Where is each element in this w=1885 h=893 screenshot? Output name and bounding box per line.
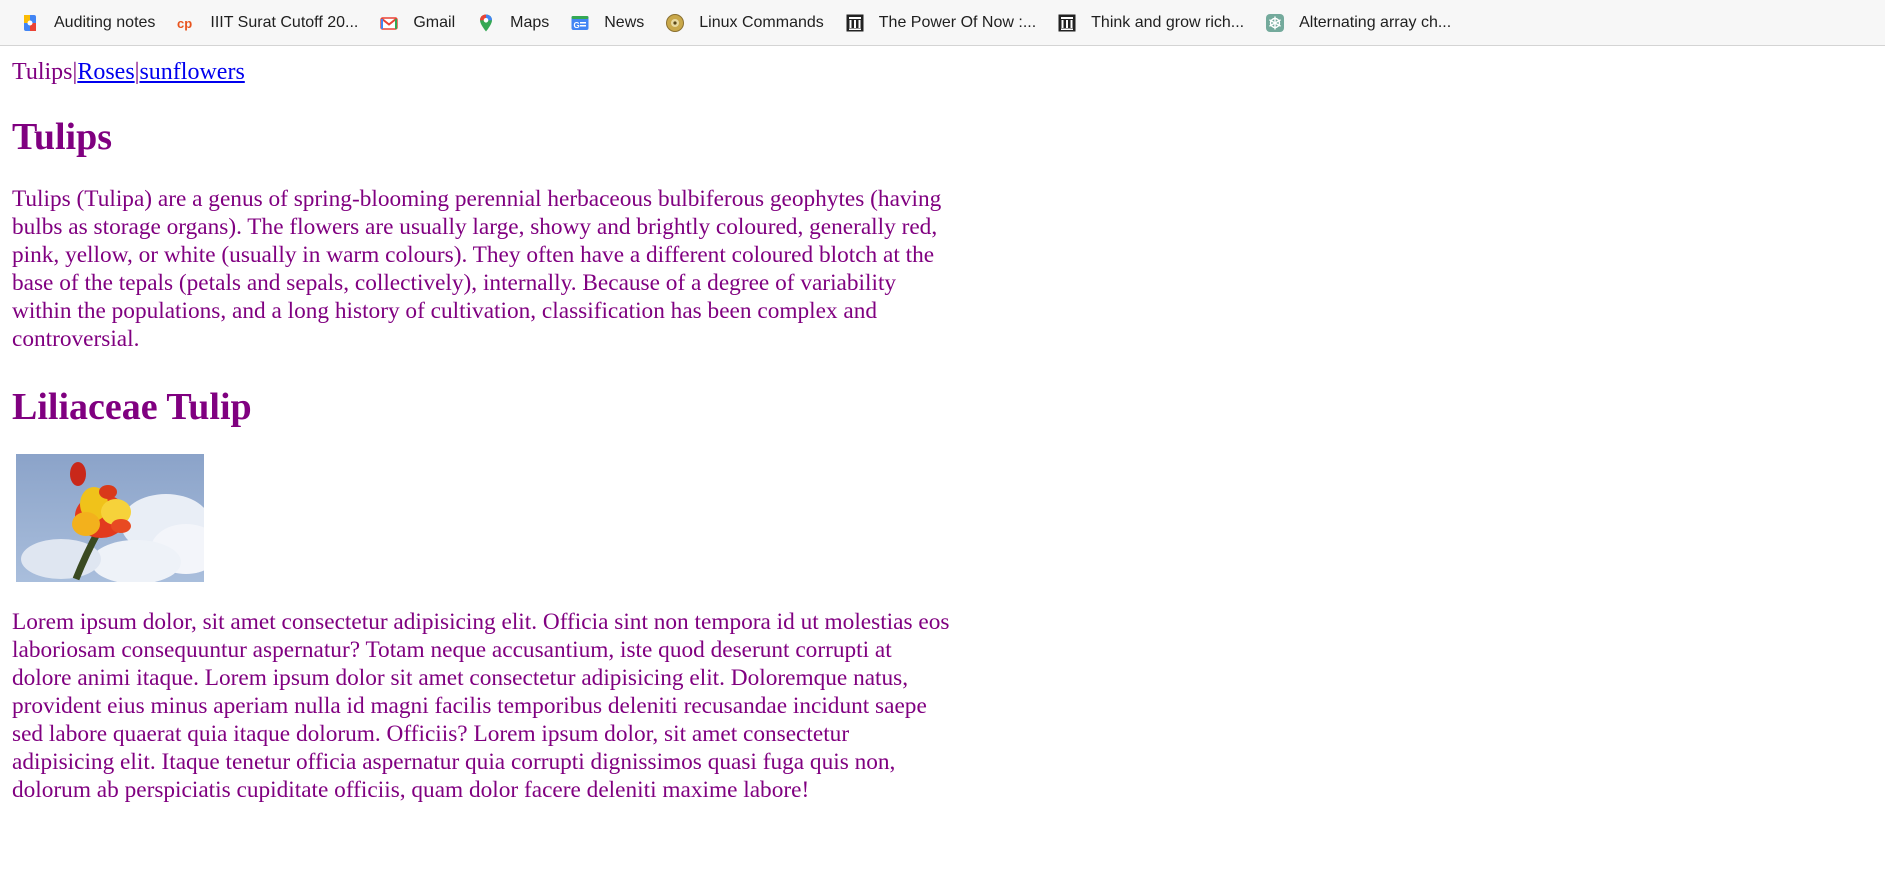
bookmark-label: News	[604, 13, 645, 31]
bookmark-iiit-surat-cutoff[interactable]: cp IIIT Surat Cutoff 20...	[176, 13, 358, 33]
nav-link-roses[interactable]: Roses	[77, 59, 134, 85]
nav-current-tulips: Tulips	[12, 59, 73, 85]
bookmarks-bar: Auditing notes cp IIIT Surat Cutoff 20..…	[0, 0, 1885, 46]
bookmark-label: Auditing notes	[54, 13, 156, 31]
bookmark-label: Alternating array ch...	[1299, 13, 1452, 31]
bookmark-label: The Power Of Now :...	[878, 13, 1037, 31]
flower-nav: Tulips|Roses|sunflowers	[12, 58, 952, 86]
bookmark-think-and-grow-rich[interactable]: Think and grow rich...	[1057, 13, 1244, 33]
bookmark-the-power-of-now[interactable]: The Power Of Now :...	[845, 13, 1036, 33]
lorem-paragraph: Lorem ipsum dolor, sit amet consectetur …	[12, 608, 950, 804]
drive-icon	[20, 13, 40, 33]
bookmark-auditing-notes[interactable]: Auditing notes	[20, 13, 155, 33]
disc-icon	[665, 13, 685, 33]
bookmark-label: IIIT Surat Cutoff 20...	[210, 13, 359, 31]
bookmark-alternating-array[interactable]: Alternating array ch...	[1265, 13, 1451, 33]
section-heading: Liliaceae Tulip	[12, 385, 252, 428]
bookmark-label: Maps	[510, 13, 550, 31]
tulips-description: Tulips (Tulipa) are a genus of spring-bl…	[12, 186, 942, 353]
svg-text:cp: cp	[177, 16, 192, 31]
bookmark-label: Gmail	[413, 13, 456, 31]
news-icon: G	[570, 13, 590, 33]
page-content: Tulips|Roses|sunflowers Tulips Tulips (T…	[0, 58, 952, 804]
bookmark-label: Linux Commands	[699, 13, 824, 31]
nav-link-sunflowers[interactable]: sunflowers	[139, 59, 244, 85]
chatgpt-icon	[1265, 13, 1285, 33]
library-icon	[1057, 13, 1077, 33]
bookmark-gmail[interactable]: Gmail	[379, 13, 455, 33]
tulip-photo	[16, 453, 204, 582]
library-icon	[845, 13, 865, 33]
bookmark-label: Think and grow rich...	[1091, 13, 1245, 31]
bookmark-linux-commands[interactable]: Linux Commands	[665, 13, 824, 33]
bookmark-news[interactable]: G News	[570, 13, 644, 33]
maps-icon	[476, 13, 496, 33]
gmail-icon	[379, 13, 399, 33]
svg-text:G: G	[574, 21, 580, 30]
bookmark-maps[interactable]: Maps	[476, 13, 549, 33]
cp-icon: cp	[176, 13, 196, 33]
page-title: Tulips	[12, 116, 113, 158]
